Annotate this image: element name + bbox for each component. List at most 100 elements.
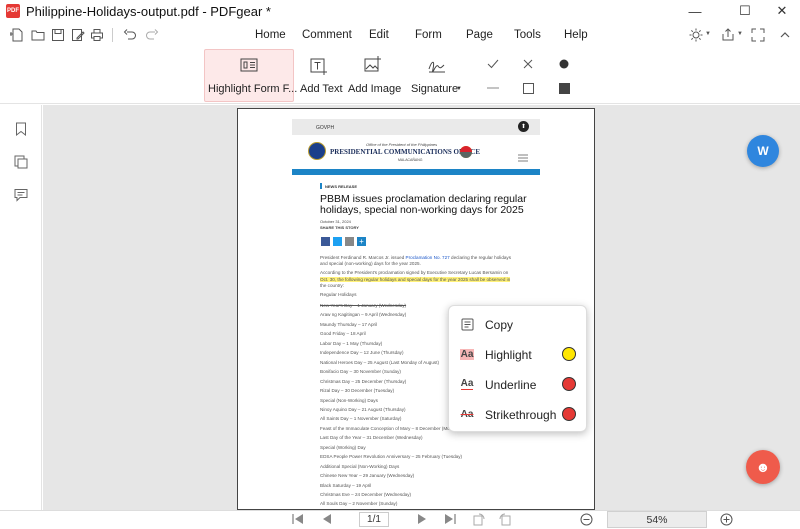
holiday-list-item: Bonifacio Day – 30 November (Sunday): [320, 369, 401, 375]
menu-comment[interactable]: Comment: [302, 29, 352, 41]
last-page-icon[interactable]: [443, 512, 457, 526]
menu-form[interactable]: Form: [415, 29, 442, 41]
maximize-button[interactable]: ☐: [722, 0, 768, 22]
menu-help[interactable]: Help: [564, 29, 588, 41]
strikethrough-color-swatch[interactable]: [562, 407, 576, 421]
rotate-right-icon[interactable]: [498, 512, 512, 526]
bookmark-icon[interactable]: [13, 121, 29, 137]
redo-icon[interactable]: [144, 27, 160, 43]
line-tool-icon[interactable]: [486, 81, 500, 95]
menu-edit[interactable]: Edit: [369, 29, 389, 41]
holiday-list-item: EDSA People Power Revolution Anniversary…: [320, 454, 463, 460]
comments-icon[interactable]: [13, 187, 29, 203]
toolbar-divider: [112, 28, 113, 42]
undo-icon[interactable]: [122, 27, 138, 43]
highlight-icon[interactable]: Aa: [459, 347, 475, 361]
save-icon[interactable]: [50, 27, 66, 43]
pco-seal-icon: [308, 142, 326, 160]
menu-page[interactable]: Page: [466, 29, 493, 41]
para2-line1: According to the President's proclamatio…: [320, 270, 509, 275]
holiday-list-item: Labor Day – 1 May (Thursday): [320, 340, 383, 346]
signature-caret-icon[interactable]: ▼: [456, 86, 462, 92]
holiday-list-item: National Heroes Day – 25 August (Last Mo…: [320, 359, 439, 365]
copy-menu-item[interactable]: Copy: [485, 318, 513, 332]
copy-icon[interactable]: [459, 317, 475, 331]
article-date: October 31, 2024: [320, 219, 351, 224]
fullscreen-icon[interactable]: [750, 27, 766, 43]
window-title: Philippine-Holidays-output.pdf - PDFgear…: [26, 4, 271, 19]
highlight-form-fields-label: Highlight Form F...: [208, 83, 298, 95]
bagong-pilipinas-logo-icon: [456, 145, 476, 159]
open-folder-icon[interactable]: [30, 27, 46, 43]
text-context-menu: Copy Aa Highlight Aa Underline Aa Strike…: [448, 305, 587, 432]
holiday-list-item: Feast of the Immaculate Conception of Ma…: [320, 425, 462, 431]
para1-line1: President Ferdinand R. Marcos Jr. issued…: [320, 255, 512, 260]
signature-button[interactable]: Signature: [411, 83, 458, 95]
holiday-list-item: Maundy Thursday – 17 April: [320, 321, 378, 327]
office-small-bottom: MALACAÑANG: [398, 158, 423, 162]
previous-page-icon[interactable]: [320, 512, 334, 526]
cross-tool-icon[interactable]: [521, 57, 535, 71]
holiday-list-item: Black Saturday – 19 April: [320, 482, 372, 488]
theme-caret-icon[interactable]: ▼: [705, 31, 711, 37]
highlight-color-swatch[interactable]: [562, 347, 576, 361]
new-file-icon[interactable]: [9, 27, 25, 43]
empty-box-tool-icon[interactable]: [521, 81, 535, 95]
convert-to-word-icon[interactable]: W: [747, 135, 779, 167]
title-bar: PDF Philippine-Holidays-output.pdf - PDF…: [0, 0, 800, 22]
next-page-icon[interactable]: [415, 512, 429, 526]
email-share-icon[interactable]: [345, 237, 354, 246]
govph-menu-icon[interactable]: ⬆: [518, 121, 529, 132]
theme-icon[interactable]: [686, 27, 706, 43]
add-text-button[interactable]: Add Text: [300, 83, 343, 95]
rotate-left-icon[interactable]: [472, 512, 486, 526]
add-image-button[interactable]: Add Image: [348, 83, 401, 95]
menu-tools[interactable]: Tools: [514, 29, 541, 41]
ribbon: [0, 48, 800, 104]
holiday-list-item: All Saints Day – 1 November (Saturday): [320, 416, 402, 422]
zoom-level-field[interactable]: 54%: [607, 511, 707, 528]
edit-file-icon[interactable]: [70, 27, 86, 43]
strikethrough-menu-item[interactable]: Strikethrough: [485, 408, 556, 422]
holiday-list-item: All Souls Day – 2 November (Sunday): [320, 501, 398, 507]
filled-box-tool-icon[interactable]: [557, 81, 571, 95]
holiday-list-item: Christmas Eve – 24 December (Wednesday): [320, 492, 412, 497]
holiday-list-item: Independence Day – 12 June (Thursday): [320, 350, 404, 356]
underline-color-swatch[interactable]: [562, 377, 576, 391]
collapse-ribbon-icon[interactable]: [777, 27, 793, 43]
holiday-list-item: Rizal Day – 30 December (Tuesday): [320, 388, 395, 394]
underline-menu-item[interactable]: Underline: [485, 378, 536, 392]
more-share-icon[interactable]: +: [357, 237, 366, 246]
add-image-icon[interactable]: [363, 56, 383, 74]
first-page-icon[interactable]: [291, 512, 305, 526]
ai-assistant-icon[interactable]: ☻: [746, 450, 780, 484]
facebook-share-icon[interactable]: [321, 237, 330, 246]
close-button[interactable]: ✕: [765, 0, 799, 22]
zoom-out-icon[interactable]: [579, 512, 593, 526]
zoom-in-icon[interactable]: [719, 512, 733, 526]
minimize-button[interactable]: —: [672, 0, 718, 22]
share-story-label: SHARE THIS STORY: [320, 225, 359, 230]
share-icon[interactable]: [720, 27, 736, 43]
office-small-top: Office of the President of the Philippin…: [366, 142, 438, 147]
regular-holidays-heading: Regular Holidays: [320, 293, 357, 298]
underline-icon[interactable]: Aa: [459, 377, 475, 391]
govph-label: GOVPH: [316, 125, 335, 131]
menu-home[interactable]: Home: [255, 29, 286, 41]
page-number-input[interactable]: 1/1: [359, 512, 389, 527]
hamburger-menu-icon[interactable]: [518, 149, 528, 162]
dot-tool-icon[interactable]: [557, 57, 571, 71]
para2-line3: the country:: [320, 283, 345, 288]
holiday-list-item: Additional Special (Non-Working) Days: [320, 463, 400, 469]
strikethrough-icon[interactable]: Aa: [459, 407, 475, 421]
headline-line-2: holidays, special non-working days for 2…: [320, 204, 524, 216]
thumbnails-icon[interactable]: [13, 154, 29, 170]
signature-icon[interactable]: [426, 57, 448, 75]
share-caret-icon[interactable]: ▼: [737, 31, 743, 37]
twitter-share-icon[interactable]: [333, 237, 342, 246]
print-icon[interactable]: [89, 27, 105, 43]
add-text-icon[interactable]: [309, 58, 329, 76]
checkmark-tool-icon[interactable]: [486, 57, 500, 71]
highlight-menu-item[interactable]: Highlight: [485, 348, 532, 362]
holiday-list-item: Araw ng Kagitingan – 9 April (Wednesday): [320, 312, 407, 318]
